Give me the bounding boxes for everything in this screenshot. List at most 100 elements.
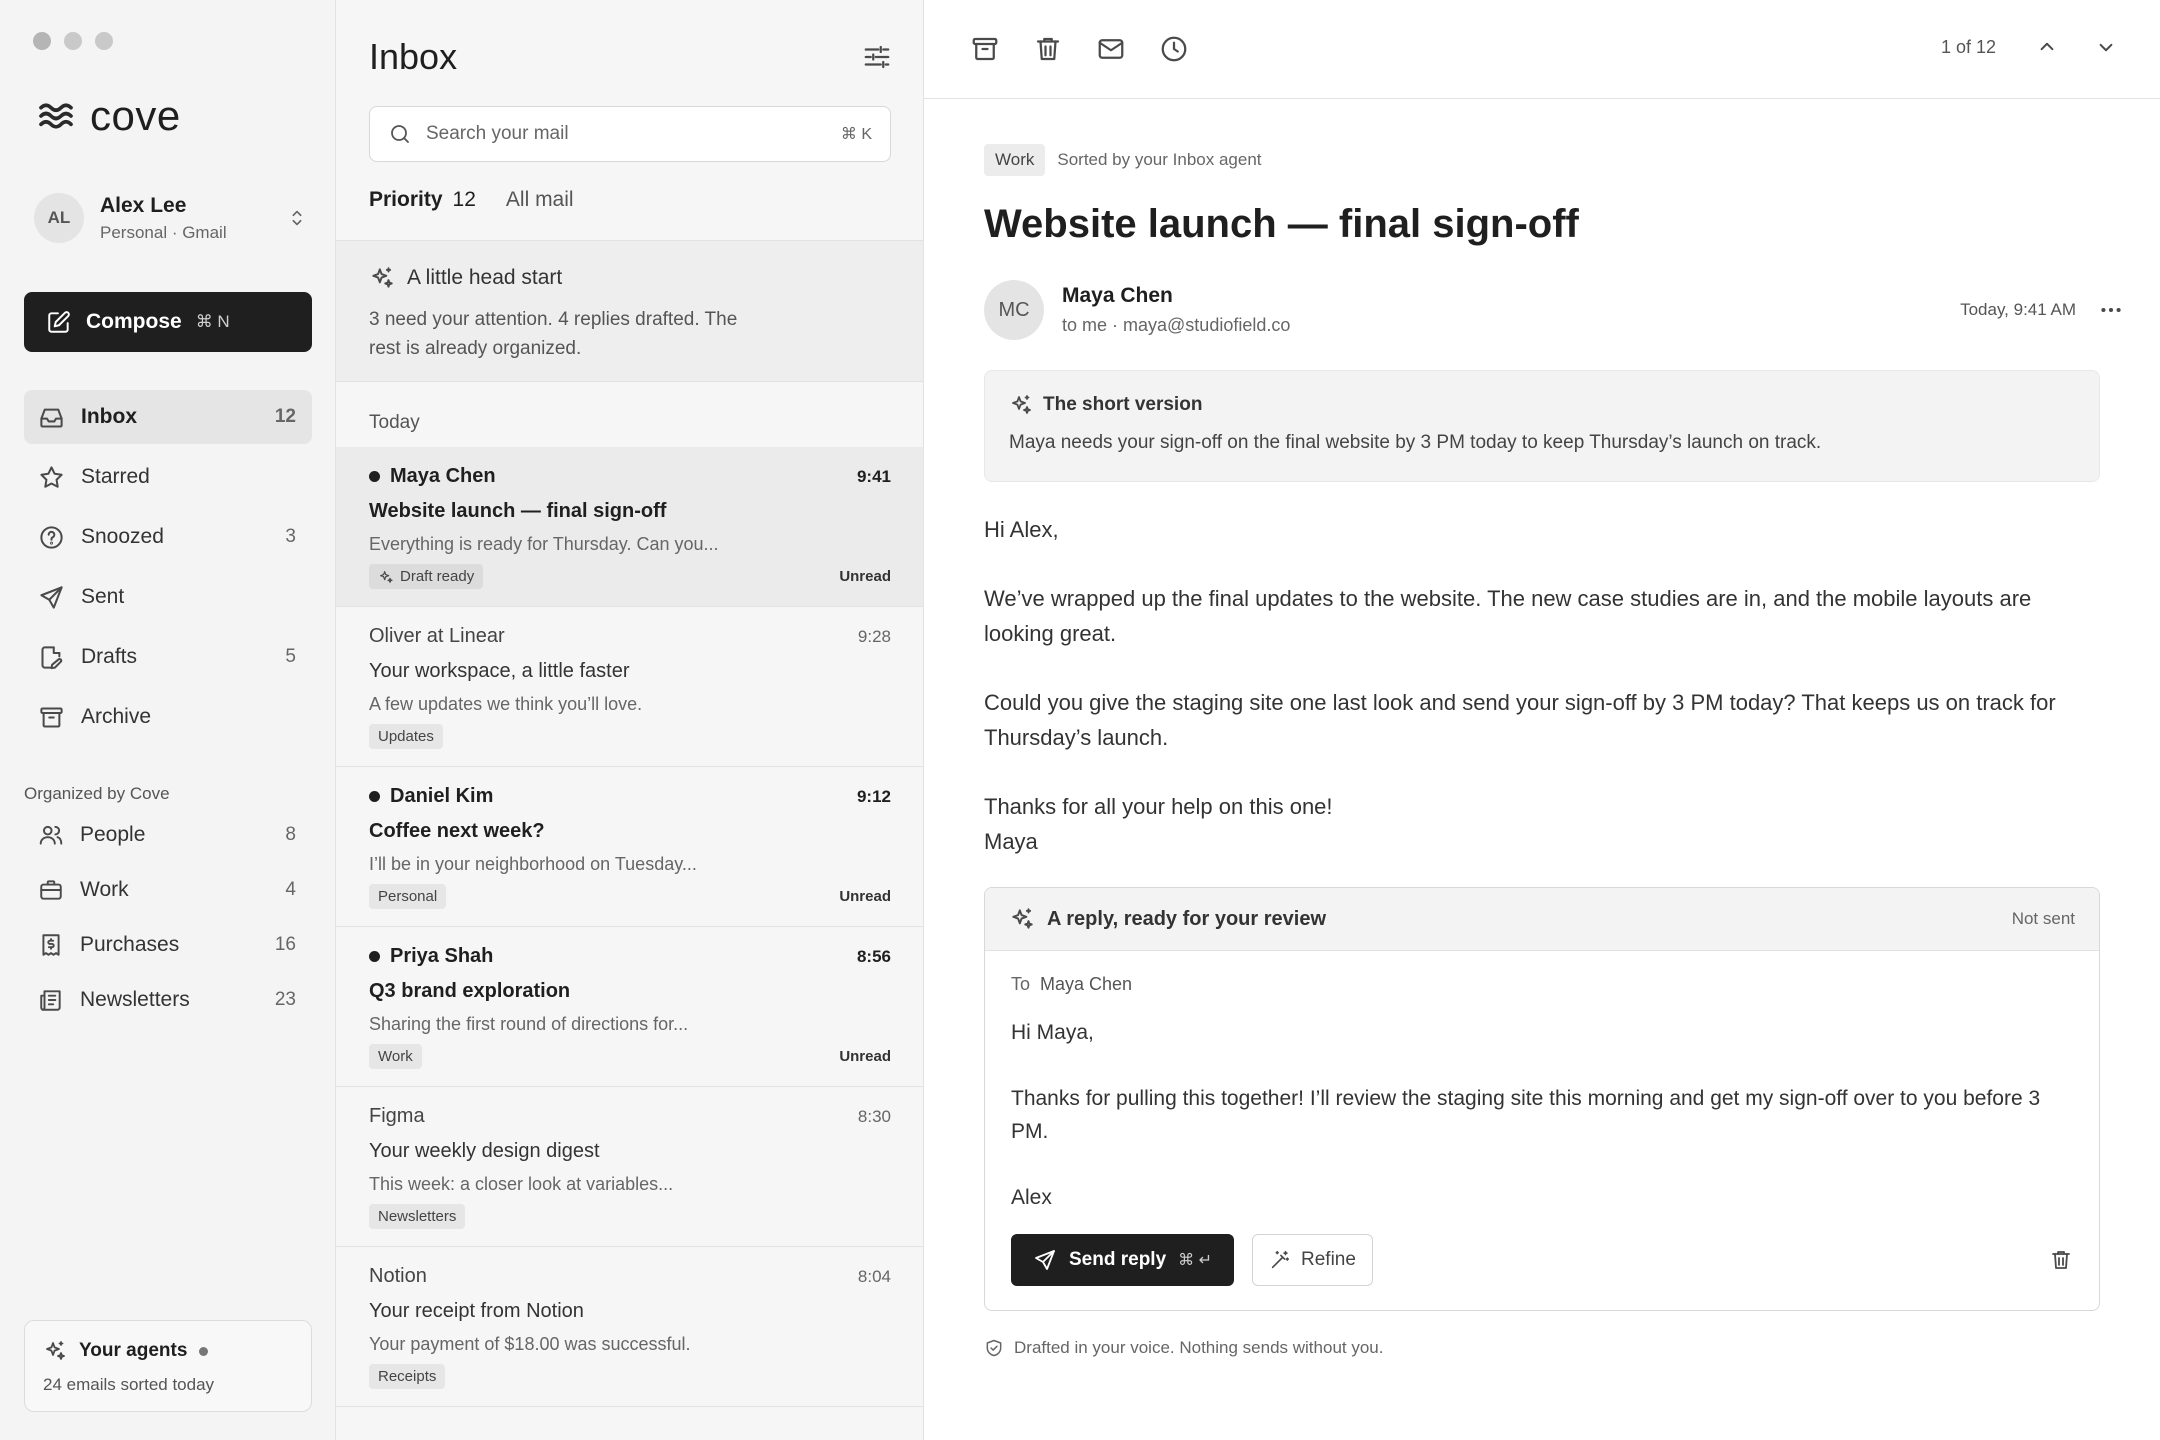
search-bar[interactable]: ⌘ K <box>369 106 891 162</box>
message-tag[interactable]: Work <box>984 144 1046 176</box>
unread-dot <box>369 471 380 482</box>
list-item[interactable]: Oliver at Linear 9:28 Your workspace, a l… <box>336 607 923 767</box>
sender-name[interactable]: Maya Chen <box>1062 284 1960 308</box>
chevron-up-icon[interactable] <box>2034 34 2060 60</box>
message-tag: Updates <box>369 724 443 749</box>
sidebar: cove AL Alex Lee Personal · Gmail Compos… <box>0 0 336 1440</box>
footnote-text: Drafted in your voice. Nothing sends wit… <box>1014 1338 1384 1357</box>
avatar: AL <box>34 193 84 243</box>
section-heading-today: Today <box>369 412 420 433</box>
head-start-text: 3 need your attention. 4 replies drafted… <box>369 309 738 359</box>
compose-shortcut: ⌘ N <box>195 312 230 331</box>
draft-icon <box>41 645 63 669</box>
compose-button[interactable]: Compose ⌘ N <box>24 292 312 352</box>
agents-status-dot <box>199 1346 209 1356</box>
send-label: Send reply <box>1069 1249 1167 1270</box>
compose-icon <box>48 311 70 333</box>
clock-icon <box>40 525 63 549</box>
nav-item-starred[interactable]: Starred <box>24 450 312 504</box>
discard-draft-button[interactable] <box>2049 1248 2073 1272</box>
account-switcher[interactable]: AL Alex Lee Personal · Gmail <box>34 190 308 246</box>
close-window-button[interactable] <box>33 32 51 50</box>
tab-label: All mail <box>505 188 574 211</box>
head-start-title: A little head start <box>407 266 563 289</box>
clock-icon[interactable] <box>1159 34 1189 64</box>
nav-label: Newsletters <box>80 988 190 1011</box>
message-snippet: A few updates we think you’ll love. <box>369 694 643 714</box>
chevron-updown-icon <box>292 210 302 226</box>
message-body: Hi Alex, We’ve wrapped up the final upda… <box>984 512 2100 859</box>
list-item[interactable]: Figma 8:30 Your weekly design digest This… <box>336 1087 923 1247</box>
nav-item-sent[interactable]: Sent <box>24 570 312 624</box>
nav-item-drafts[interactable]: Drafts 5 <box>24 630 312 684</box>
agents-title: Your agents <box>79 1340 188 1361</box>
draft-reply-card: A reply, ready for your review Not sent … <box>984 887 2100 1311</box>
tab-label: Priority <box>369 188 443 211</box>
message-time: 9:28 <box>857 626 891 646</box>
sender: Maya Chen <box>369 465 496 488</box>
body-paragraph: Could you give the staging site one last… <box>984 690 2056 750</box>
message-tag: Work <box>369 1044 422 1069</box>
message-time: 8:56 <box>856 946 891 966</box>
body-signature: Maya <box>984 829 1038 854</box>
list-item[interactable]: Priya Shah 8:56 Q3 brand exploration Shar… <box>336 927 923 1087</box>
agents-card[interactable]: Your agents 24 emails sorted today <box>24 1320 312 1412</box>
tab-all-mail[interactable]: All mail <box>506 188 574 212</box>
send-reply-button[interactable]: Send reply ⌘ ↵ <box>1011 1234 1235 1286</box>
reply-signature: Alex <box>1011 1186 1052 1209</box>
nav-item-newsletters[interactable]: Newsletters 23 <box>24 975 312 1025</box>
refine-label: Refine <box>1301 1249 1356 1270</box>
filter-sliders-icon[interactable] <box>862 42 892 72</box>
nav-label: Inbox <box>81 405 137 428</box>
message-toolbar: 1 of 12 <box>924 0 2160 99</box>
sender-avatar: MC <box>984 280 1044 340</box>
trash-icon[interactable] <box>1033 34 1063 64</box>
unread-dot <box>369 951 380 962</box>
receipt-icon <box>42 934 60 956</box>
nav-item-work[interactable]: Work 4 <box>24 865 312 915</box>
archive-icon[interactable] <box>970 34 1000 64</box>
tab-priority[interactable]: Priority 12 <box>369 188 476 212</box>
message-snippet: Your payment of $18.00 was successful. <box>369 1334 691 1354</box>
minimize-window-button[interactable] <box>64 32 82 50</box>
nav-item-inbox[interactable]: Inbox 12 <box>24 390 312 444</box>
head-start-banner[interactable]: A little head start 3 need your attentio… <box>336 240 923 382</box>
draft-footnote: Drafted in your voice. Nothing sends wit… <box>984 1338 1383 1358</box>
nav-item-purchases[interactable]: Purchases 16 <box>24 920 312 970</box>
trash-icon <box>2052 1251 2070 1269</box>
maximize-window-button[interactable] <box>95 32 113 50</box>
nav-item-people[interactable]: People 8 <box>24 810 312 860</box>
search-shortcut: ⌘ K <box>840 126 872 143</box>
list-item[interactable]: Daniel Kim 9:12 Coffee next week? I’ll be… <box>336 767 923 927</box>
chevron-down-icon[interactable] <box>2093 34 2119 60</box>
sparkle-icon <box>380 570 393 583</box>
summary-title: The short version <box>1043 394 1203 415</box>
message-subject: Your workspace, a little faster <box>369 660 630 682</box>
list-item[interactable]: Notion 8:04 Your receipt from Notion Your… <box>336 1247 923 1407</box>
search-input[interactable] <box>426 123 841 145</box>
list-item[interactable]: Maya Chen 9:41 Website launch — final sig… <box>336 447 923 607</box>
reply-editor[interactable]: Hi Maya, Thanks for pulling this togethe… <box>1011 1016 2071 1214</box>
refine-button[interactable]: Refine <box>1252 1234 1373 1286</box>
sender: Priya Shah <box>369 945 493 968</box>
to-name[interactable]: Maya Chen <box>1040 974 1132 994</box>
message-snippet: Everything is ready for Thursday. Can yo… <box>369 534 719 554</box>
sender-name: Notion <box>369 1265 427 1287</box>
body-greeting: Hi Alex, <box>984 517 1059 542</box>
reply-greeting: Hi Maya, <box>1011 1021 1094 1044</box>
sender: Daniel Kim <box>369 785 493 808</box>
sender-name: Figma <box>369 1105 425 1127</box>
message-tag: Receipts <box>369 1364 446 1389</box>
nav-item-snoozed[interactable]: Snoozed 3 <box>24 510 312 564</box>
pager: 1 of 12 <box>1941 34 2119 60</box>
sparkle-icon <box>372 267 393 288</box>
more-icon[interactable] <box>2098 297 2124 323</box>
message-snippet: This week: a closer look at variables... <box>369 1174 674 1194</box>
nav-item-archive[interactable]: Archive <box>24 690 312 744</box>
shield-check-icon <box>986 1339 1002 1357</box>
unread-label: Unread <box>839 1048 891 1065</box>
mail-icon[interactable] <box>1096 34 1126 64</box>
sender-name: Maya Chen <box>390 465 496 487</box>
nav-count: 5 <box>285 646 296 667</box>
archive-icon <box>40 706 63 728</box>
